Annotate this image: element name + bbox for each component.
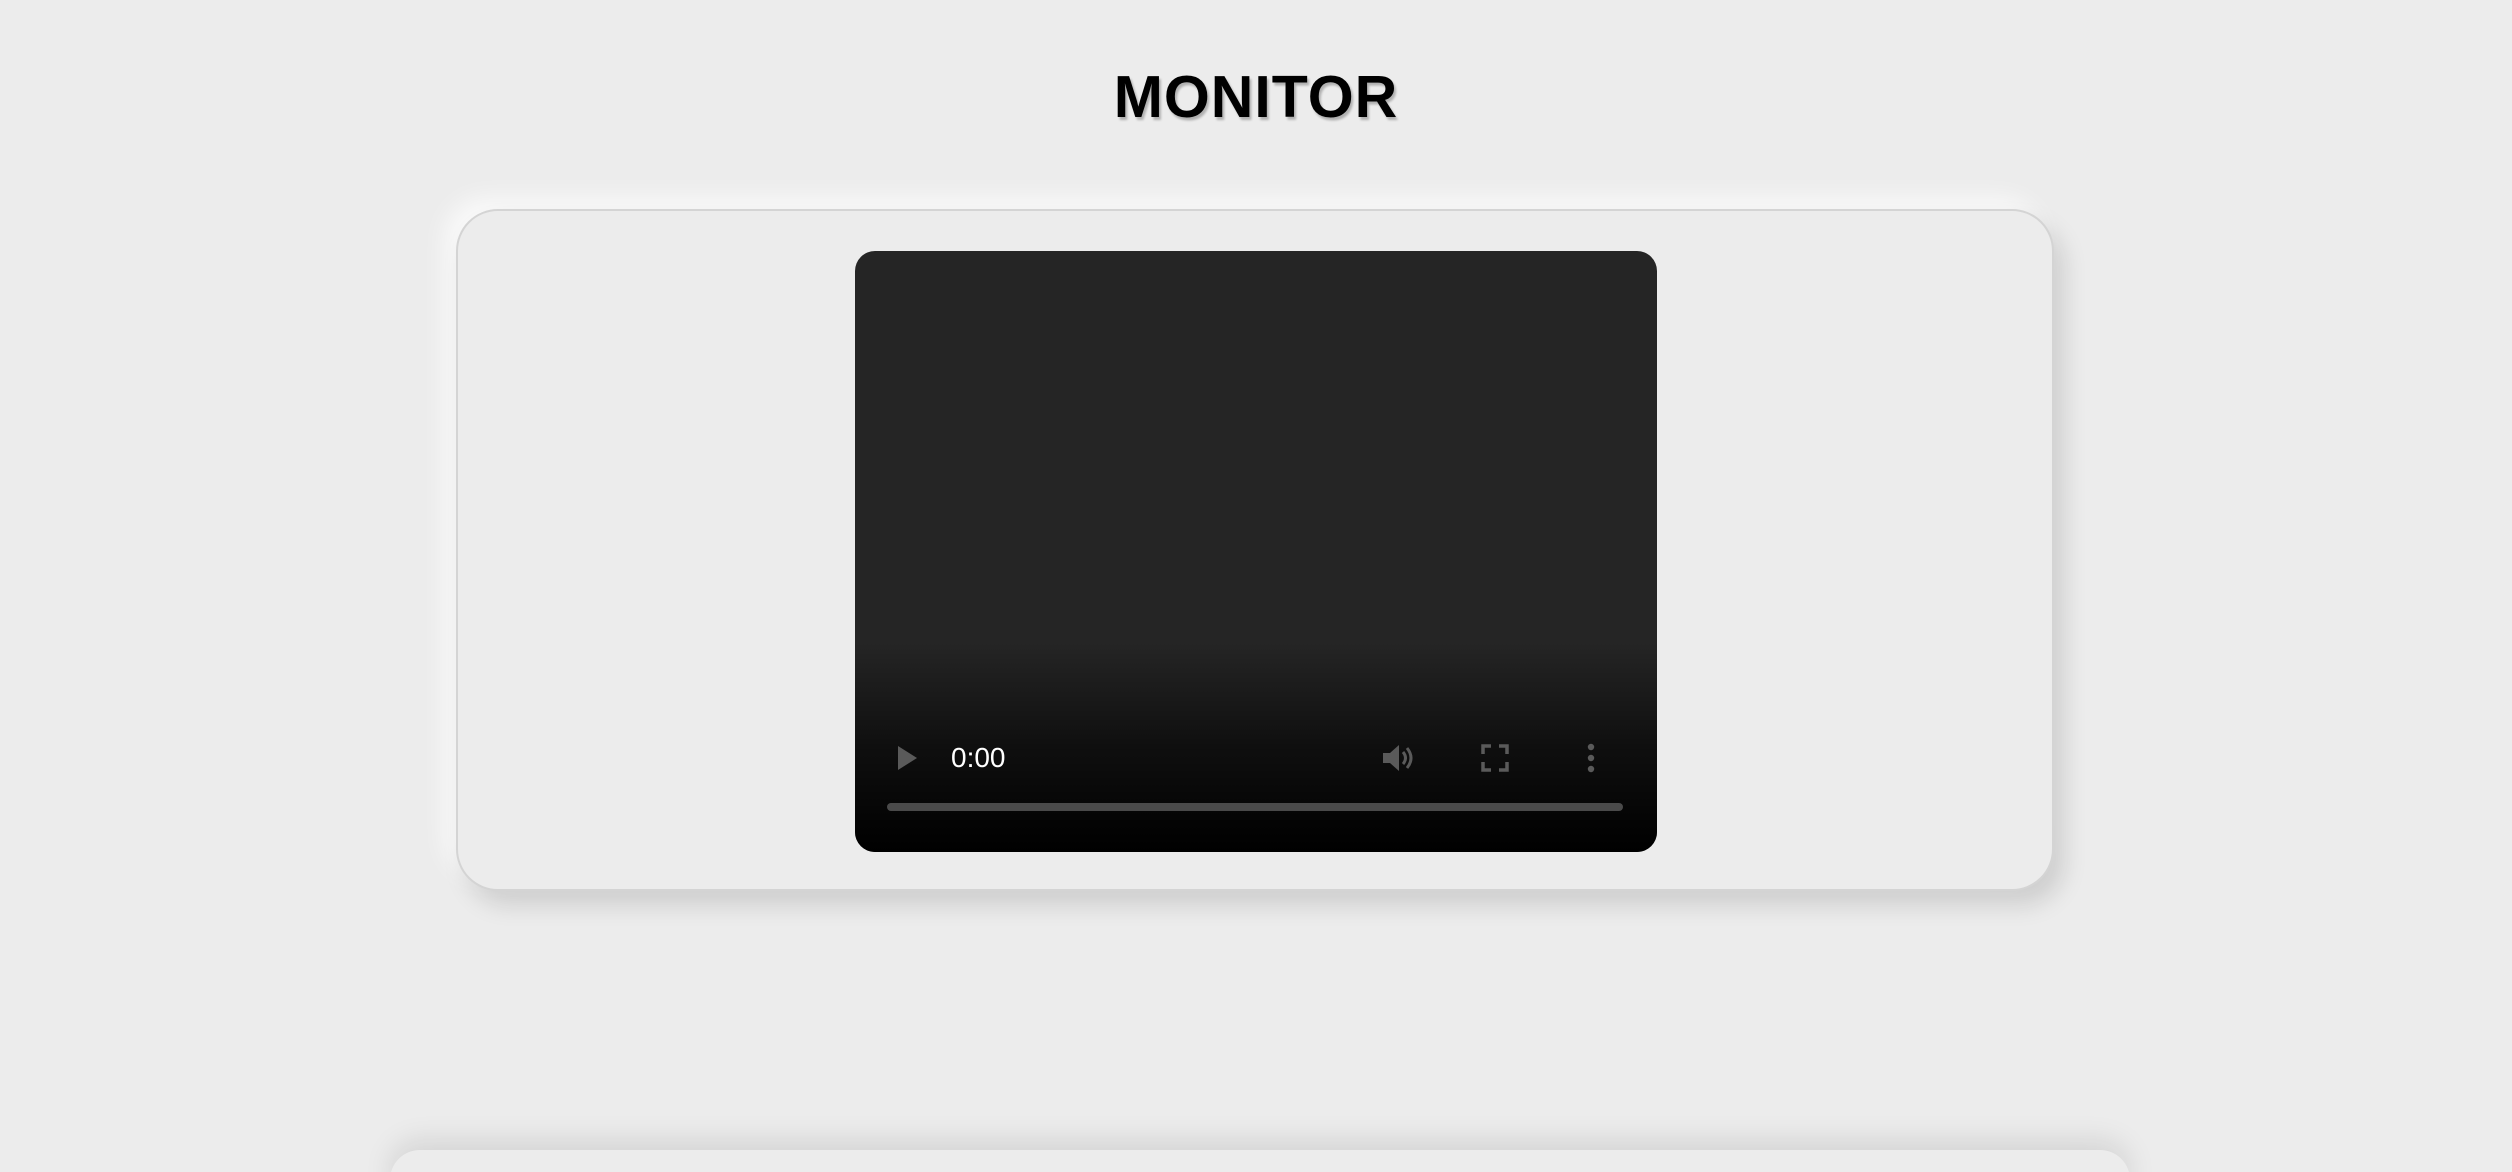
page: MONITOR 0:00 bbox=[0, 0, 2512, 1172]
more-vertical-icon bbox=[1587, 743, 1595, 773]
time-display: 0:00 bbox=[951, 742, 1006, 773]
video-player[interactable]: 0:00 bbox=[855, 251, 1657, 852]
volume-icon bbox=[1383, 745, 1413, 771]
fullscreen-icon bbox=[1481, 744, 1509, 772]
fullscreen-button[interactable] bbox=[1471, 734, 1519, 782]
lower-card-edge bbox=[390, 1150, 2130, 1172]
more-options-button[interactable] bbox=[1567, 734, 1615, 782]
progress-slider[interactable] bbox=[887, 803, 1623, 811]
page-title: MONITOR bbox=[1113, 64, 1399, 130]
play-button[interactable] bbox=[885, 736, 929, 780]
play-icon bbox=[898, 746, 917, 770]
volume-button[interactable] bbox=[1375, 734, 1423, 782]
